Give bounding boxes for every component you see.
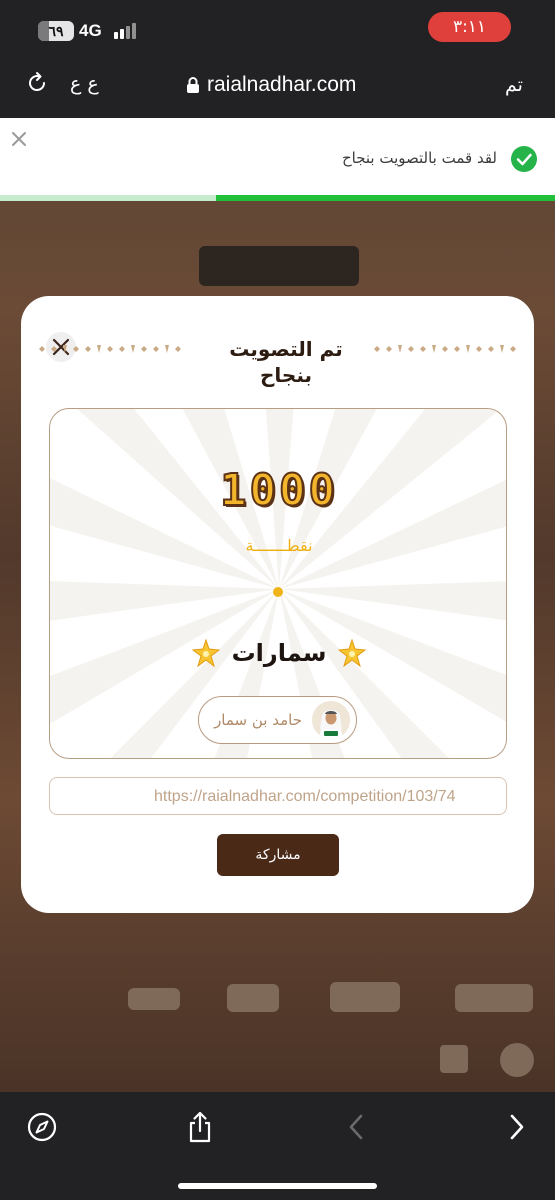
status-time: ٣:١١: [428, 12, 511, 42]
team-name: سمارات: [231, 639, 327, 667]
home-indicator: [178, 1183, 377, 1189]
browser-toolbar: [0, 1092, 555, 1200]
sponsor-logo: [330, 982, 400, 1012]
player-name: حامد بن سمار: [214, 711, 302, 729]
toast-progress-track: [0, 195, 555, 201]
countdown-timer-background: [199, 246, 359, 286]
points-value: 1000: [219, 464, 338, 517]
toast-message: لقد قمت بالتصويت بنجاح: [341, 149, 497, 167]
x-social-icon: [440, 1045, 468, 1073]
sponsor-logo: [227, 984, 279, 1012]
player-chip: حامد بن سمار: [198, 696, 357, 744]
decorative-pattern-left: [39, 345, 181, 353]
toast-progress-fill: [216, 195, 555, 201]
battery-indicator: ٦٩: [38, 21, 74, 41]
star-icon: [191, 639, 220, 667]
reload-icon[interactable]: [25, 71, 49, 95]
share-link-text: https://raialnadhar.com/competition/103/…: [154, 788, 456, 805]
share-link-field[interactable]: https://raialnadhar.com/competition/103/…: [49, 777, 507, 815]
decorative-pattern-right: [374, 345, 516, 353]
browser-address-bar: ع ع raialnadhar.com تم: [0, 62, 555, 118]
text-size-button[interactable]: ع ع: [70, 72, 99, 96]
sponsor-logo: [128, 988, 180, 1010]
back-chevron-icon[interactable]: [340, 1110, 374, 1144]
result-card: 1000 نقطـــــــة سمارات حامد بن سمار: [49, 408, 507, 759]
check-circle-icon: [511, 146, 537, 172]
forward-chevron-icon[interactable]: [500, 1110, 534, 1144]
signal-icon: [114, 23, 136, 39]
avatar: [312, 701, 350, 739]
success-toast: لقد قمت بالتصويت بنجاح: [0, 118, 555, 201]
close-icon[interactable]: [10, 130, 28, 148]
star-icon: [338, 639, 367, 667]
share-button[interactable]: مشاركة: [217, 834, 339, 876]
vote-success-modal: تم التصويت بنجاح 1000 نقطـــــــة سمارات…: [21, 296, 534, 913]
whatsapp-icon: [500, 1043, 534, 1077]
url-field[interactable]: raialnadhar.com: [186, 72, 356, 98]
status-bar: ٦٩ 4G ٣:١١: [0, 0, 555, 62]
modal-title: تم التصويت بنجاح: [229, 337, 343, 387]
points-label: نقطـــــــة: [245, 536, 313, 555]
battery-level: ٦٩: [48, 23, 64, 39]
sponsor-logo: [455, 984, 533, 1012]
team-row: سمارات: [50, 635, 506, 671]
network-type: 4G: [79, 21, 102, 40]
share-icon[interactable]: [183, 1110, 217, 1144]
url-text: raialnadhar.com: [207, 73, 357, 96]
done-button[interactable]: تم: [505, 72, 523, 98]
decorative-dot: [273, 587, 283, 597]
lock-icon: [186, 76, 200, 94]
compass-icon[interactable]: [25, 1110, 59, 1144]
